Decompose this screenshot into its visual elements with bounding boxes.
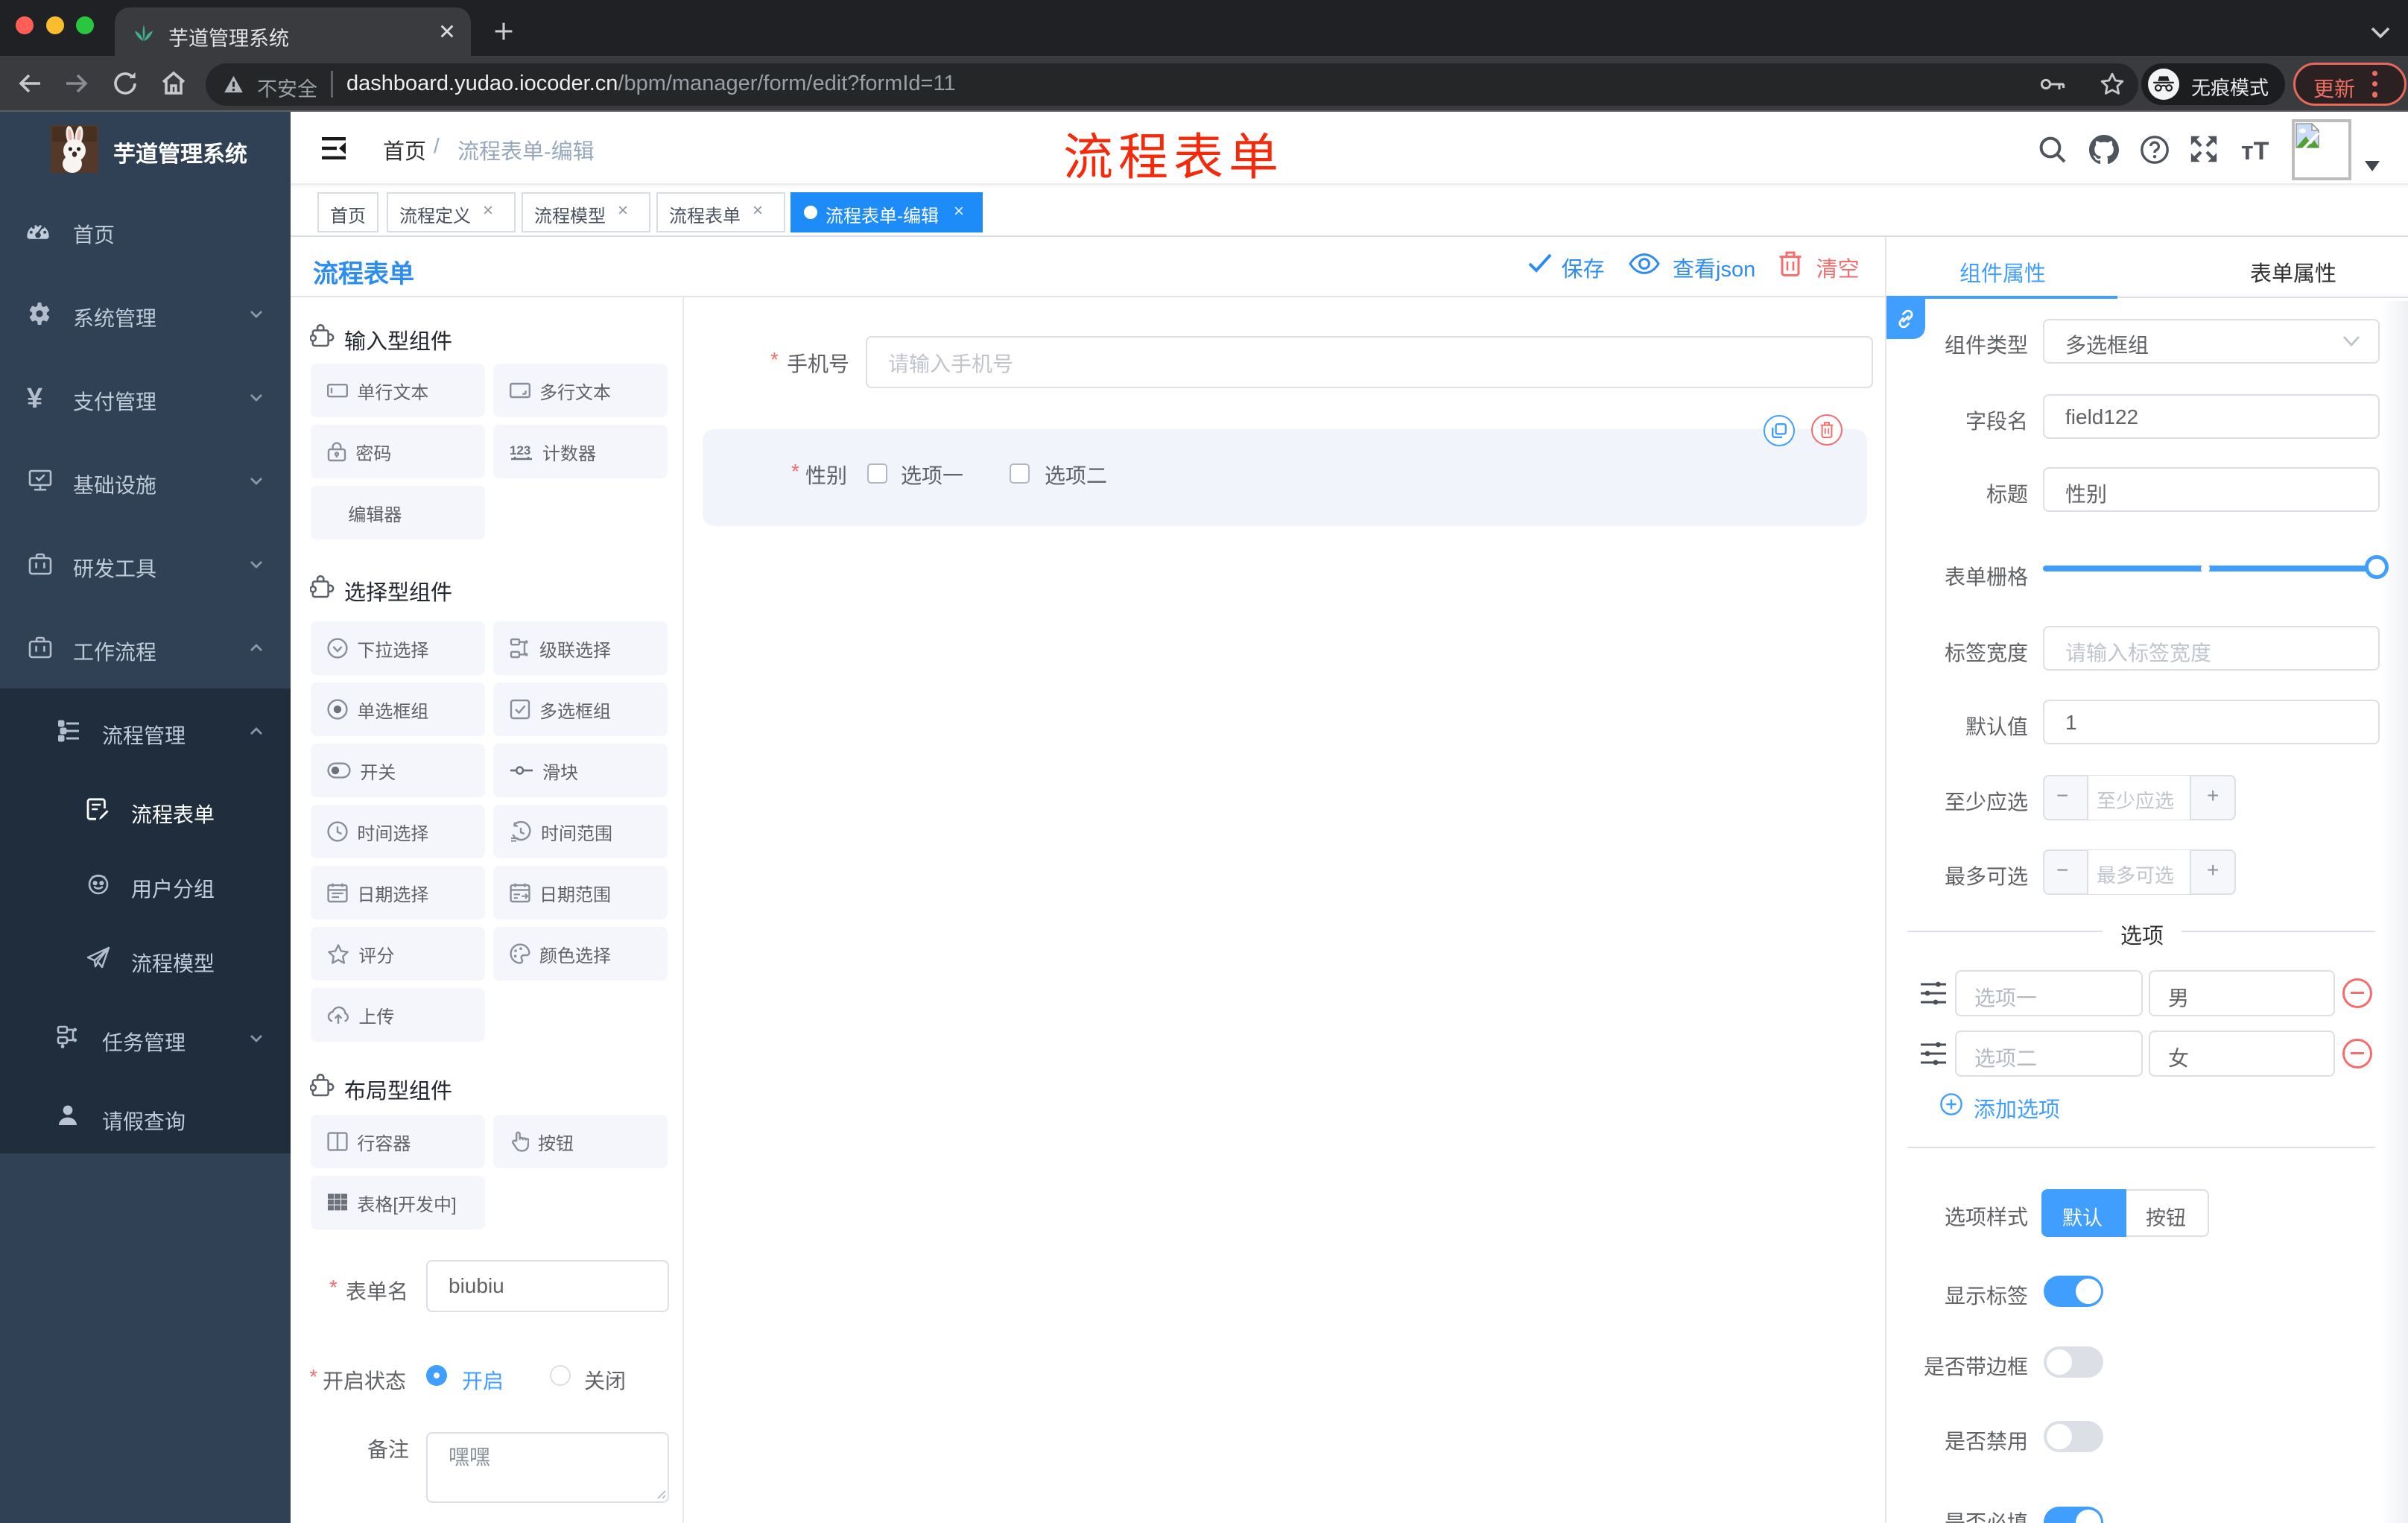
svg-text:123: 123	[510, 443, 530, 457]
